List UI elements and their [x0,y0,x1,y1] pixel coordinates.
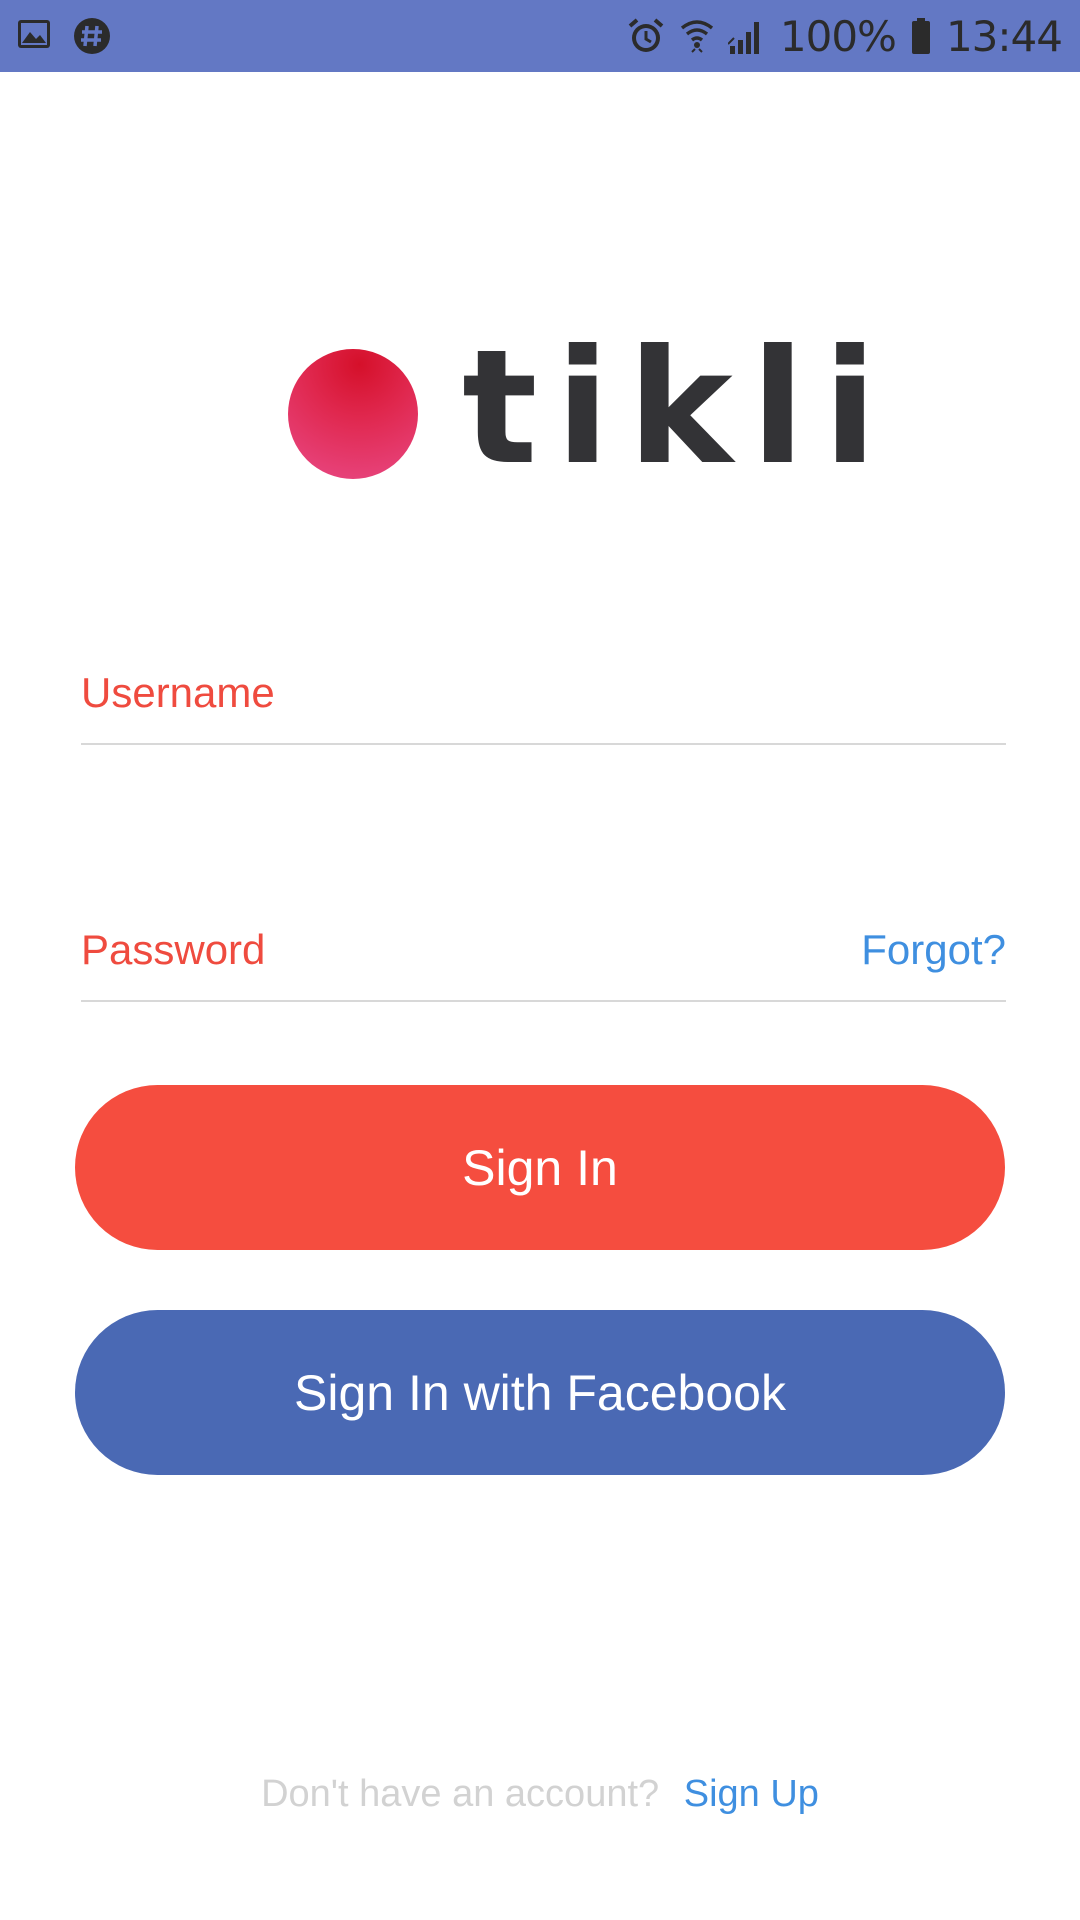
status-bar-left [16,16,112,56]
signup-prompt: Don't have an account? Sign Up [0,1773,1080,1816]
sign-up-link[interactable]: Sign Up [684,1773,819,1815]
alarm-icon [626,16,666,56]
clock: 13:44 [945,11,1063,61]
username-field[interactable]: Username [81,655,1006,745]
image-icon [16,16,52,56]
logo-dot [288,349,418,479]
slack-icon [72,16,112,56]
username-input[interactable] [81,655,1006,743]
logo-text: tikli [462,316,896,500]
app-logo: tikli [288,329,895,493]
signup-prompt-text: Don't have an account? [261,1773,660,1815]
battery-icon [910,16,932,56]
sign-in-button[interactable]: Sign In [75,1085,1005,1250]
facebook-sign-in-button[interactable]: Sign In with Facebook [75,1310,1005,1475]
status-bar-right: 100% 13:44 [626,10,1063,62]
forgot-password-link[interactable]: Forgot? [861,926,1006,974]
password-field[interactable]: Password Forgot? [81,912,1006,1002]
battery-percent: 100% [779,11,897,61]
status-bar: 100% 13:44 [0,0,1080,72]
wifi-icon [680,16,714,56]
signal-icon [727,16,766,56]
